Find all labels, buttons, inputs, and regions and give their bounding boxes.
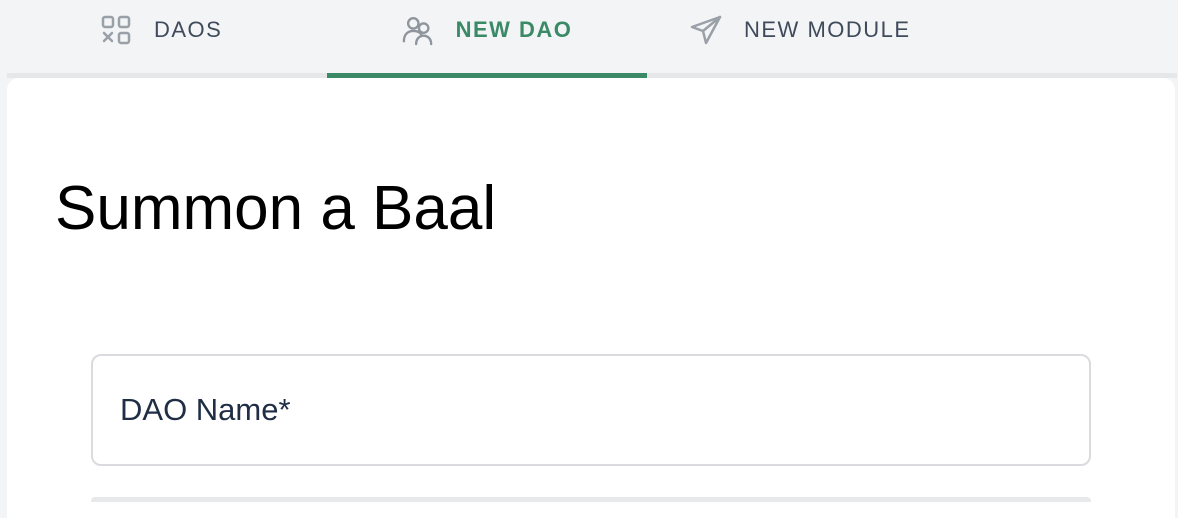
tab-daos-label: DAOS xyxy=(154,17,223,42)
dao-name-field[interactable]: DAO Name* xyxy=(91,354,1091,466)
tab-bar: DAOS NEW DAO NEW MODULE xyxy=(0,0,1178,78)
tab-new-dao-label: NEW DAO xyxy=(455,17,573,42)
next-field-edge xyxy=(91,497,1091,502)
tab-daos[interactable]: DAOS xyxy=(100,0,260,78)
page-title: Summon a Baal xyxy=(55,174,497,243)
paper-plane-icon xyxy=(690,14,722,46)
tab-new-module[interactable]: NEW MODULE xyxy=(690,0,950,78)
tab-new-dao[interactable]: NEW DAO xyxy=(327,0,647,78)
users-icon xyxy=(402,14,434,46)
tab-new-module-label: NEW MODULE xyxy=(744,17,911,42)
dao-name-label: DAO Name* xyxy=(120,392,291,427)
grid-icon xyxy=(100,14,132,46)
